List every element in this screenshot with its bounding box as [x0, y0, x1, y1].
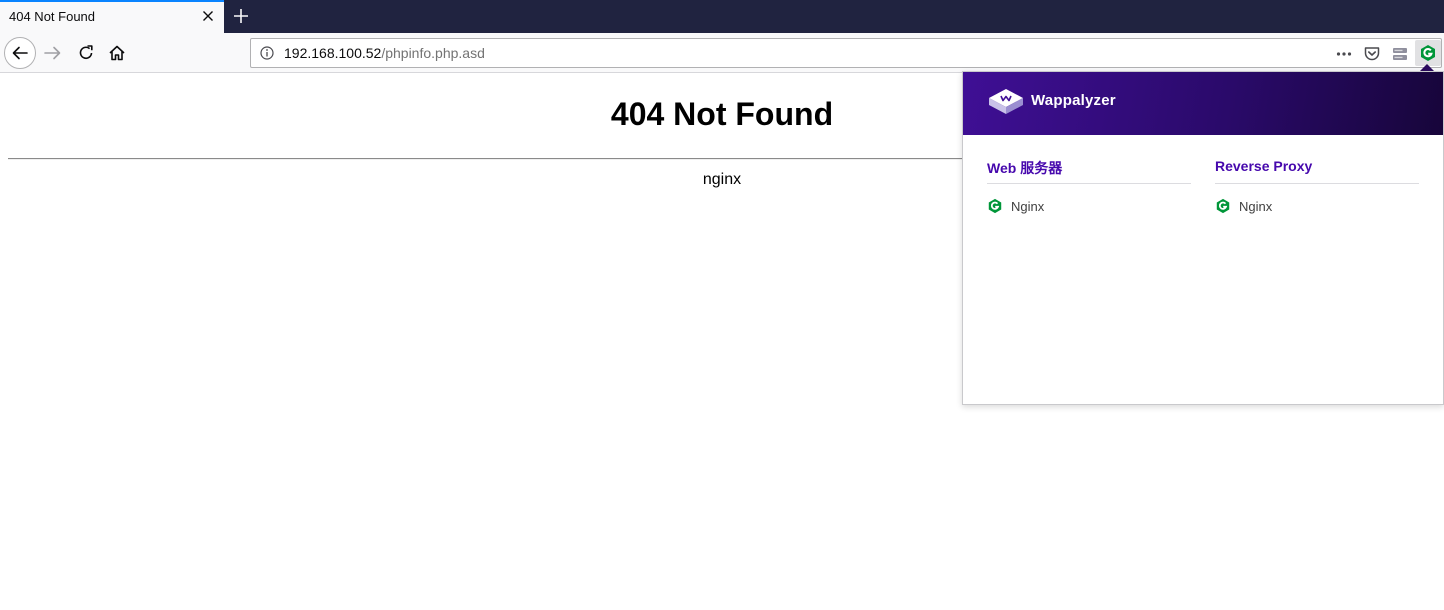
- forward-icon[interactable]: [43, 43, 63, 63]
- url-host: 192.168.100.52: [284, 45, 382, 61]
- category-web-server: Web 服务器 Nginx: [987, 158, 1191, 215]
- wappalyzer-popup: Wappalyzer Web 服务器 Nginx Reverse Proxy N…: [962, 71, 1444, 405]
- url-text[interactable]: 192.168.100.52/phpinfo.php.asd: [284, 45, 485, 61]
- site-info-icon[interactable]: [260, 46, 274, 60]
- category-title: Web 服务器: [987, 158, 1191, 184]
- close-tab-icon[interactable]: [200, 8, 216, 24]
- reload-icon[interactable]: [76, 43, 96, 63]
- server-icon[interactable]: [1391, 45, 1409, 63]
- tech-name[interactable]: Nginx: [1011, 199, 1044, 214]
- active-tab[interactable]: 404 Not Found: [0, 0, 224, 33]
- page-footer-text: nginx: [702, 171, 742, 188]
- wappalyzer-title: Wappalyzer: [1031, 92, 1116, 109]
- tab-title: 404 Not Found: [9, 9, 96, 24]
- tech-item[interactable]: Nginx: [987, 197, 1191, 215]
- nginx-icon: [988, 198, 1002, 214]
- page-heading-text: 404 Not Found: [610, 96, 834, 132]
- new-tab-icon[interactable]: [230, 5, 252, 27]
- tab-strip: 404 Not Found: [0, 0, 1444, 33]
- page-actions-icon[interactable]: [1335, 45, 1353, 63]
- category-title: Reverse Proxy: [1215, 158, 1419, 184]
- category-reverse-proxy: Reverse Proxy Nginx: [1215, 158, 1419, 215]
- pocket-icon[interactable]: [1363, 45, 1381, 63]
- back-button[interactable]: [4, 37, 36, 69]
- tech-name[interactable]: Nginx: [1239, 199, 1272, 214]
- nginx-icon: [1421, 45, 1435, 61]
- nginx-icon: [1216, 198, 1230, 214]
- tech-item[interactable]: Nginx: [1215, 197, 1419, 215]
- popup-header: Wappalyzer: [963, 72, 1443, 135]
- home-icon[interactable]: [107, 43, 127, 63]
- url-bar[interactable]: 192.168.100.52/phpinfo.php.asd: [250, 38, 1442, 68]
- navigation-toolbar: 192.168.100.52/phpinfo.php.asd: [0, 33, 1444, 73]
- url-path: /phpinfo.php.asd: [381, 45, 485, 61]
- wappalyzer-logo-icon: [989, 89, 1023, 114]
- back-arrow-icon: [12, 46, 28, 60]
- wappalyzer-button[interactable]: [1415, 40, 1441, 66]
